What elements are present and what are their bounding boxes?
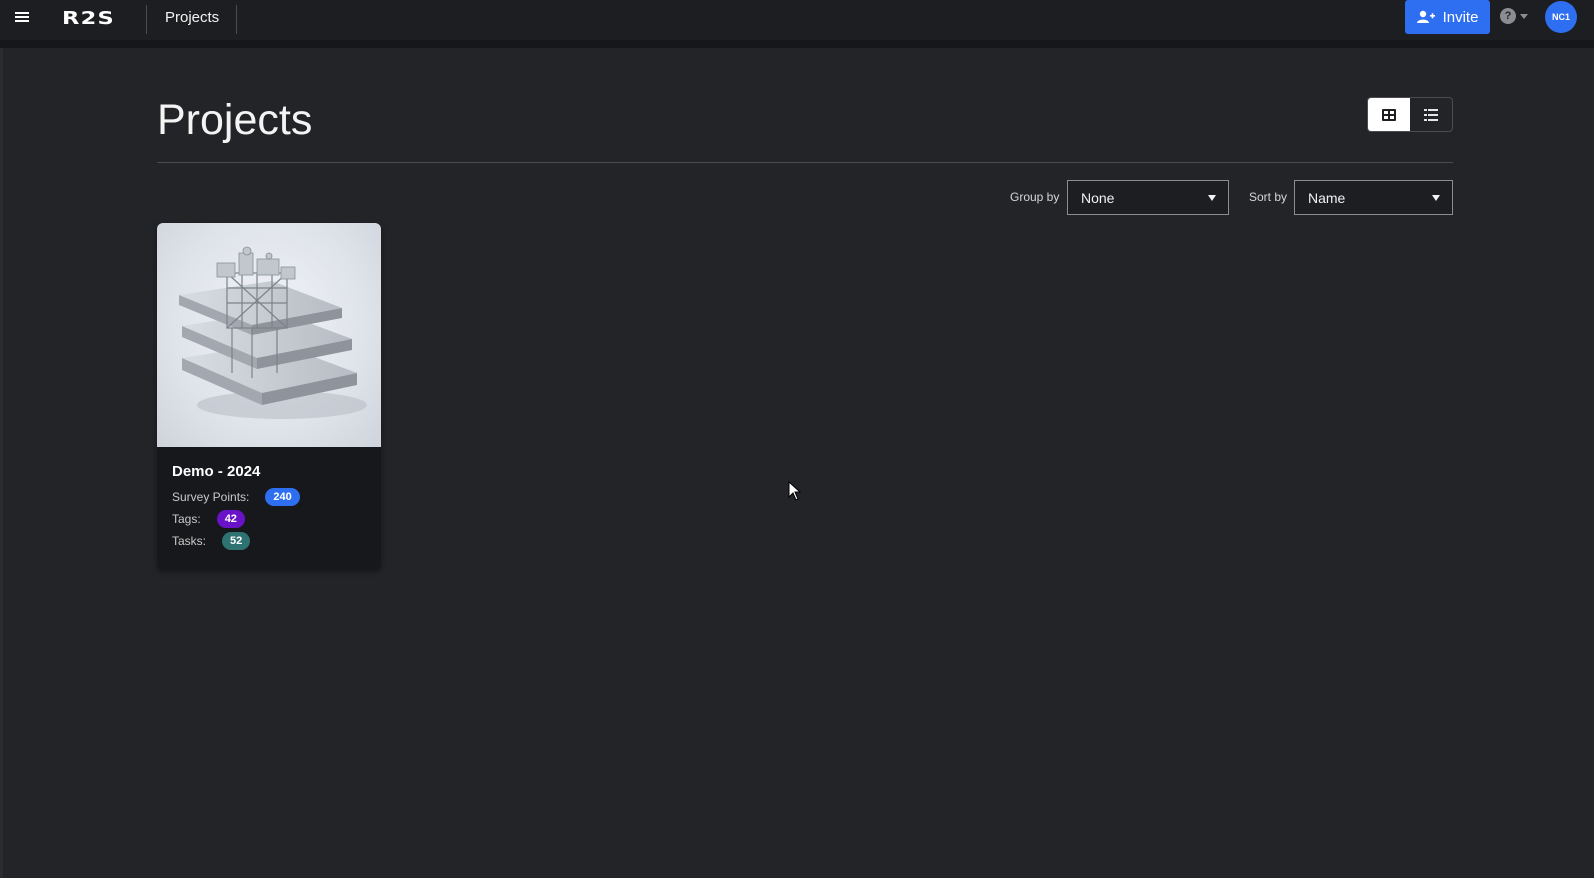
- hamburger-menu-icon[interactable]: [14, 10, 30, 26]
- chevron-down-icon: [1520, 13, 1528, 19]
- tasks-badge: 52: [222, 532, 251, 550]
- caret-down-icon: [1208, 195, 1216, 201]
- group-by-value: None: [1081, 189, 1115, 206]
- project-name: Demo - 2024: [172, 463, 261, 480]
- help-icon: ?: [1500, 8, 1516, 24]
- topbar-divider: [236, 5, 237, 34]
- view-toggle: [1367, 97, 1453, 132]
- invite-button[interactable]: Invite: [1405, 0, 1490, 34]
- stat-tasks: Tasks: 52: [172, 530, 366, 552]
- app-logo[interactable]: R2S: [62, 8, 115, 29]
- tags-badge: 42: [216, 510, 245, 528]
- caret-down-icon: [1432, 195, 1440, 201]
- add-user-icon: [1416, 10, 1435, 24]
- stat-tags: Tags: 42: [172, 508, 366, 530]
- left-edge: [0, 48, 3, 878]
- invite-label: Invite: [1442, 8, 1479, 26]
- sort-by-select[interactable]: Name: [1294, 180, 1453, 215]
- breadcrumb-projects[interactable]: Projects: [165, 9, 219, 26]
- title-divider: [157, 162, 1453, 163]
- help-menu[interactable]: ?: [1500, 8, 1528, 24]
- user-avatar[interactable]: NC1: [1545, 1, 1577, 33]
- project-card[interactable]: Demo - 2024 Survey Points: 240 Tags: 42 …: [157, 223, 381, 570]
- top-bar: R2S Projects Invite ? NC1: [0, 0, 1594, 48]
- grid-view-button[interactable]: [1368, 98, 1410, 131]
- stat-label: Tags:: [172, 512, 201, 526]
- sort-by-value: Name: [1308, 189, 1346, 206]
- list-view-button[interactable]: [1410, 98, 1452, 131]
- stat-survey-points: Survey Points: 240: [172, 486, 366, 508]
- stat-label: Survey Points:: [172, 490, 250, 504]
- page-title: Projects: [157, 96, 313, 144]
- group-by-select[interactable]: None: [1067, 180, 1229, 215]
- project-thumbnail: [157, 223, 381, 447]
- stat-label: Tasks:: [172, 534, 207, 548]
- topbar-divider: [146, 5, 147, 34]
- grid-icon: [1382, 108, 1396, 121]
- survey-points-badge: 240: [265, 488, 300, 506]
- sort-by-label: Sort by: [1249, 190, 1288, 204]
- list-icon: [1424, 108, 1438, 121]
- group-by-label: Group by: [1010, 190, 1060, 204]
